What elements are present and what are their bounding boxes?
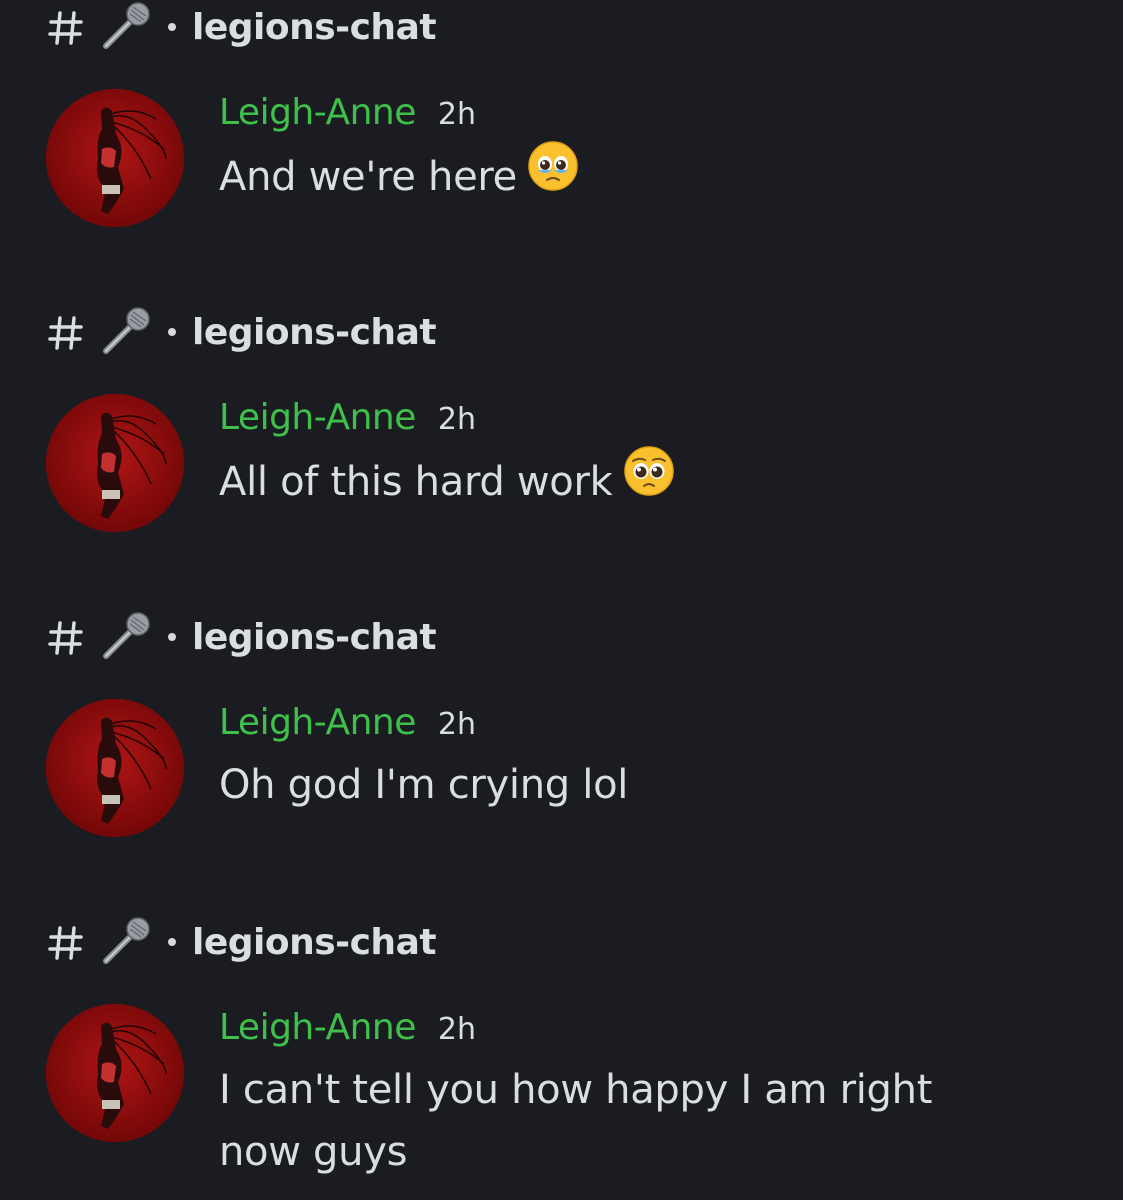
timestamp: 2h [437, 1012, 476, 1047]
separator-dot [168, 938, 176, 946]
timestamp: 2h [437, 402, 476, 437]
message: Leigh-Anne 2h All of this hard work [219, 397, 1079, 519]
microphone-icon [100, 2, 154, 52]
username[interactable]: Leigh-Anne [219, 397, 416, 438]
username[interactable]: Leigh-Anne [219, 1007, 416, 1048]
microphone-icon [100, 917, 154, 967]
message-text: I can't tell you how happy I am right no… [219, 1059, 1009, 1183]
channel-header[interactable]: legions-chat [48, 2, 437, 52]
avatar[interactable] [46, 89, 184, 227]
message-text: All of this hard work [219, 446, 1079, 519]
timestamp: 2h [437, 97, 476, 132]
separator-dot [168, 633, 176, 641]
pleading-face-icon [623, 445, 675, 515]
username[interactable]: Leigh-Anne [219, 92, 416, 133]
message-content: All of this hard work [219, 459, 613, 505]
avatar[interactable] [46, 394, 184, 532]
timestamp: 2h [437, 707, 476, 742]
message: Leigh-Anne 2h I can't tell you how happy… [219, 1007, 1009, 1183]
separator-dot [168, 328, 176, 336]
microphone-icon [100, 307, 154, 357]
channel-name[interactable]: legions-chat [192, 7, 437, 48]
message-content: And we're here [219, 154, 517, 200]
message-content: I can't tell you how happy I am right no… [219, 1067, 933, 1175]
avatar[interactable] [46, 1004, 184, 1142]
username[interactable]: Leigh-Anne [219, 702, 416, 743]
face-holding-back-tears-icon [527, 140, 579, 210]
channel-name[interactable]: legions-chat [192, 617, 437, 658]
hash-icon [48, 2, 88, 52]
microphone-icon [100, 612, 154, 662]
channel-name[interactable]: legions-chat [192, 312, 437, 353]
separator-dot [168, 23, 176, 31]
channel-header[interactable]: legions-chat [48, 917, 437, 967]
channel-header[interactable]: legions-chat [48, 307, 437, 357]
hash-icon [48, 917, 88, 967]
avatar[interactable] [46, 699, 184, 837]
channel-header[interactable]: legions-chat [48, 612, 437, 662]
channel-name[interactable]: legions-chat [192, 922, 437, 963]
message: Leigh-Anne 2h And we're here [219, 92, 1079, 214]
message-text: And we're here [219, 141, 1079, 214]
message-text: Oh god I'm crying lol [219, 754, 1079, 816]
message: Leigh-Anne 2h Oh god I'm crying lol [219, 702, 1079, 816]
hash-icon [48, 307, 88, 357]
message-content: Oh god I'm crying lol [219, 762, 629, 808]
hash-icon [48, 612, 88, 662]
